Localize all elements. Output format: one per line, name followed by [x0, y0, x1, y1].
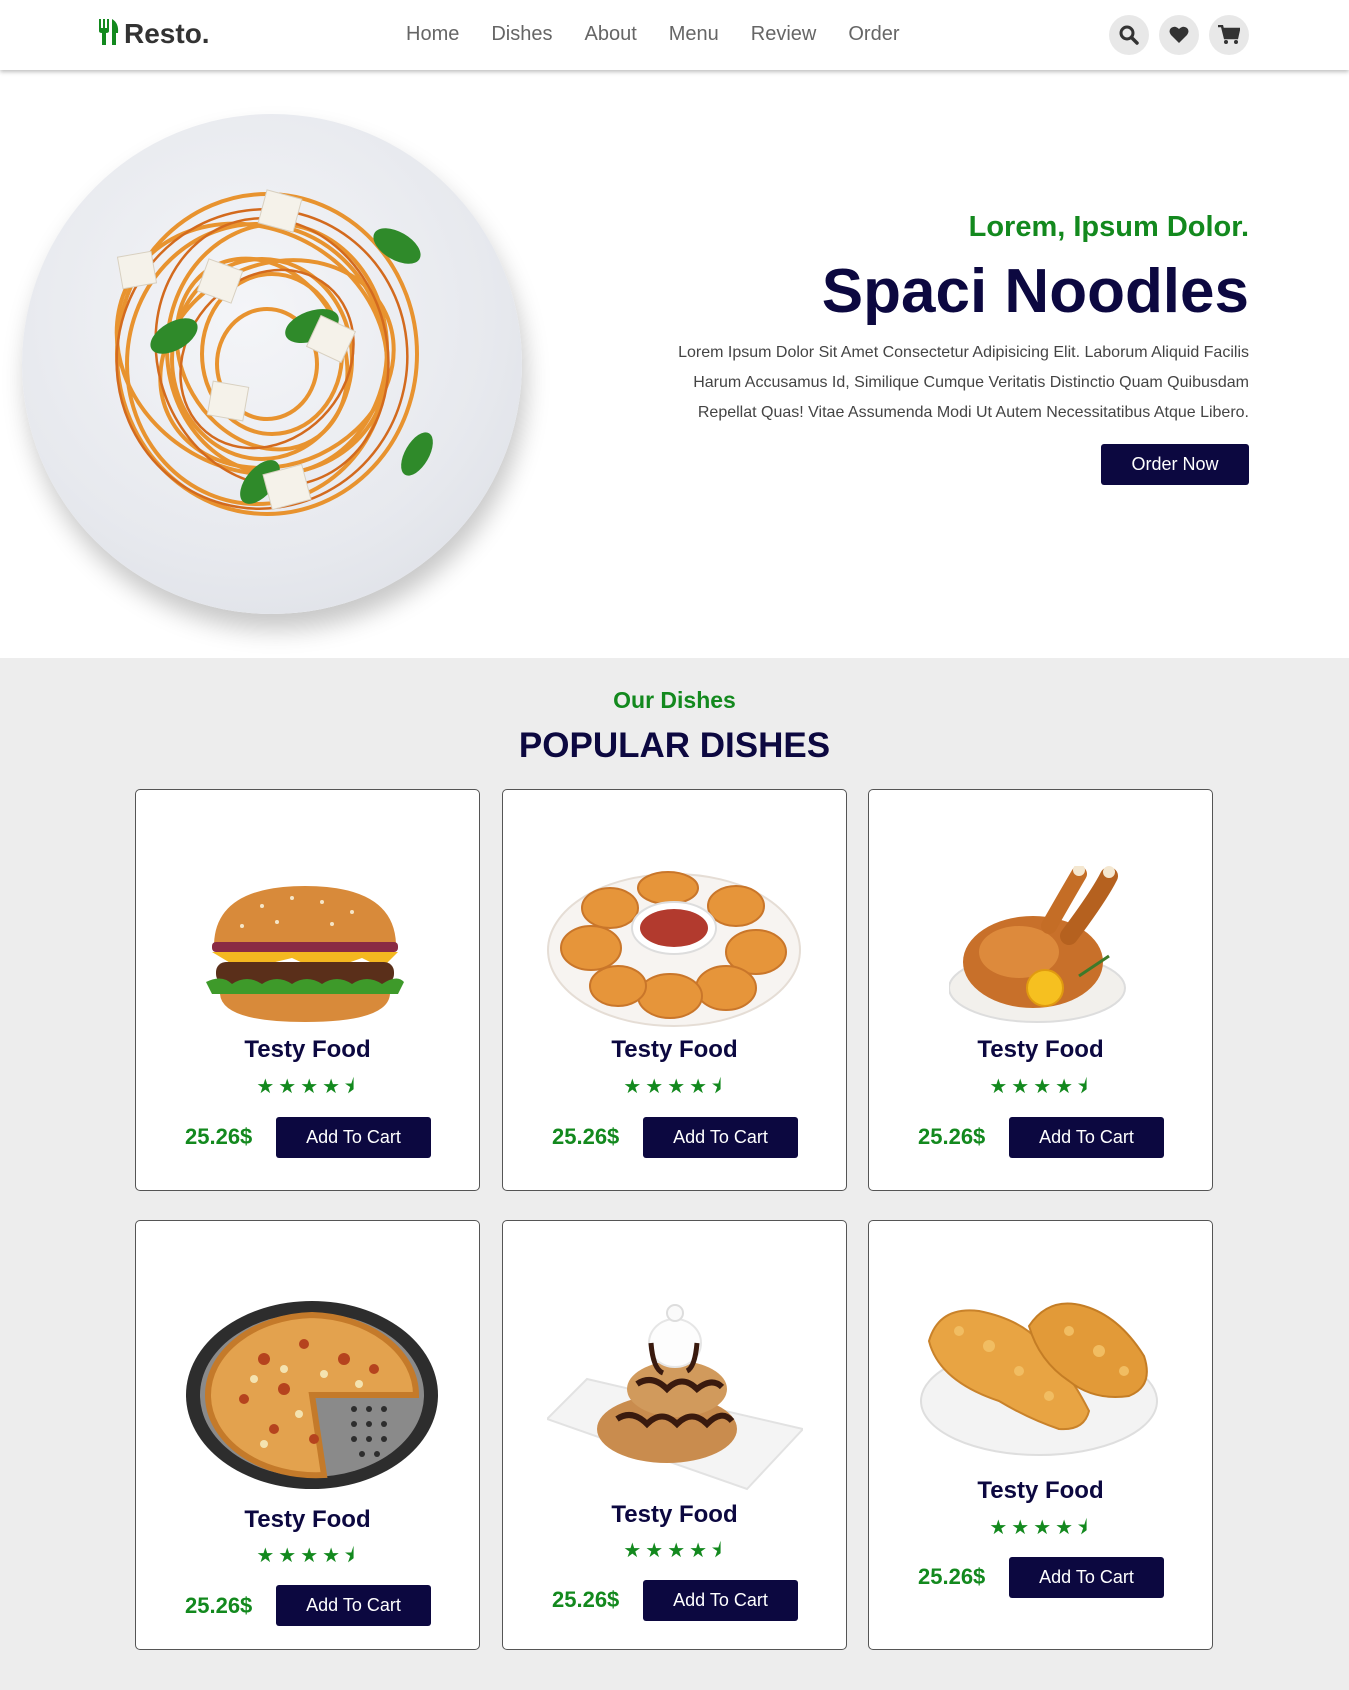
nav-dishes[interactable]: Dishes [491, 23, 552, 46]
section-title: POPULAR DISHES [518, 726, 831, 765]
cart-button[interactable] [1209, 15, 1249, 55]
dish-card-fried-chicken: Testy Food ★★★★⯨ 25.26$ Add To Cart [868, 1220, 1213, 1650]
half-star-icon: ⯨ [711, 1076, 726, 1098]
dish-name: Testy Food [244, 1036, 371, 1063]
hero-title: Spaci Noodles [821, 257, 1249, 326]
hero-subtitle: Lorem, Ipsum Dolor. [968, 211, 1249, 243]
header-icons [1109, 15, 1249, 55]
rating-stars: ★★★★⯨ [623, 1540, 726, 1562]
rating-stars: ★★★★⯨ [256, 1076, 359, 1098]
dish-card-roast-chicken: Testy Food ★★★★⯨ 25.26$ Add To Cart [868, 789, 1213, 1191]
main-nav: Home Dishes About Menu Review Order [406, 23, 900, 46]
search-icon [1119, 25, 1139, 45]
dish-price: 25.26$ [185, 1124, 253, 1149]
dish-price: 25.26$ [185, 1593, 253, 1618]
nuggets-image [547, 871, 801, 1027]
add-to-cart-button[interactable]: Add To Cart [276, 1117, 431, 1158]
dish-name: Testy Food [244, 1506, 371, 1533]
dish-name: Testy Food [611, 1036, 738, 1063]
dish-name: Testy Food [977, 1036, 1104, 1063]
burger-image [206, 886, 404, 1022]
section-subtitle: Our Dishes [613, 687, 736, 713]
dish-card-burger: Testy Food ★★★★⯨ 25.26$ Add To Cart [135, 789, 480, 1191]
dish-card-dessert: Testy Food ★★★★⯨ 25.26$ Add To Cart [502, 1220, 847, 1650]
dish-price: 25.26$ [552, 1587, 620, 1612]
dish-card-nuggets: Testy Food ★★★★⯨ 25.26$ Add To Cart [502, 789, 847, 1191]
dish-price: 25.26$ [918, 1564, 986, 1589]
dish-card-pizza: Testy Food ★★★★⯨ 25.26$ Add To Cart [135, 1220, 480, 1650]
logo[interactable]: Resto. [98, 18, 210, 50]
heart-icon [1169, 26, 1189, 43]
nav-review[interactable]: Review [751, 23, 817, 46]
rating-stars: ★★★★⯨ [989, 1076, 1092, 1098]
half-star-icon: ⯨ [344, 1076, 359, 1098]
logo-text: Resto. [124, 18, 210, 49]
hero-description: Lorem Ipsum Dolor Sit Amet Consectetur A… [678, 344, 1249, 421]
add-to-cart-button[interactable]: Add To Cart [643, 1580, 798, 1621]
add-to-cart-button[interactable]: Add To Cart [1009, 1117, 1164, 1158]
dish-name: Testy Food [977, 1477, 1104, 1504]
dessert-image [547, 1304, 803, 1491]
add-to-cart-button[interactable]: Add To Cart [276, 1585, 431, 1626]
fried-chicken-image [920, 1302, 1158, 1456]
noodles-plate-image [22, 114, 522, 614]
half-star-icon: ⯨ [1077, 1076, 1092, 1098]
dish-name: Testy Food [611, 1501, 738, 1528]
half-star-icon: ⯨ [711, 1540, 726, 1562]
nav-home[interactable]: Home [406, 23, 459, 46]
nav-about[interactable]: About [585, 23, 637, 46]
pizza-image [186, 1301, 438, 1489]
rating-stars: ★★★★⯨ [256, 1545, 359, 1567]
add-to-cart-button[interactable]: Add To Cart [1009, 1557, 1164, 1598]
fork-knife-icon [98, 18, 120, 50]
nav-menu[interactable]: Menu [669, 23, 719, 46]
nav-order[interactable]: Order [848, 23, 899, 46]
site-header: Resto. Home Dishes About Menu Review Ord… [0, 0, 1349, 70]
cart-icon [1218, 25, 1240, 44]
dish-price: 25.26$ [552, 1124, 620, 1149]
order-now-button[interactable]: Order Now [1101, 444, 1249, 485]
add-to-cart-button[interactable]: Add To Cart [643, 1117, 798, 1158]
half-star-icon: ⯨ [344, 1545, 359, 1567]
dish-price: 25.26$ [918, 1124, 986, 1149]
hero-section: Lorem, Ipsum Dolor. Spaci Noodles Lorem … [0, 70, 1349, 658]
search-button[interactable] [1109, 15, 1149, 55]
wishlist-button[interactable] [1159, 15, 1199, 55]
rating-stars: ★★★★⯨ [989, 1517, 1092, 1539]
rating-stars: ★★★★⯨ [623, 1076, 726, 1098]
half-star-icon: ⯨ [1077, 1517, 1092, 1539]
roast-chicken-image [949, 866, 1126, 1023]
